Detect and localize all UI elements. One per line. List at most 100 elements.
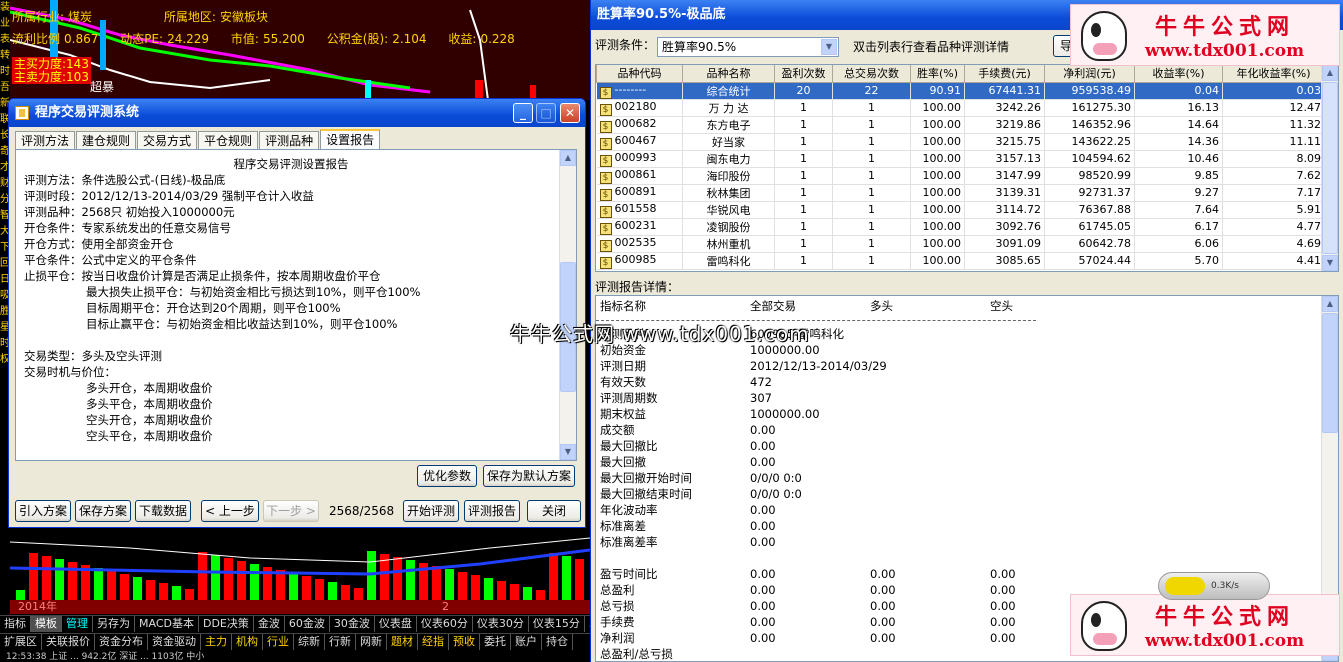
extension-tab[interactable]: 综新 [294,634,325,650]
indicator-tab[interactable]: 模板 [31,616,62,632]
table-scroll-thumb[interactable] [1322,82,1338,254]
extension-tab[interactable]: 账户 [511,634,542,650]
extension-tab[interactable]: 预收 [449,634,480,650]
detail-row: 盈亏时间比 0.00 0.00 0.00 [600,566,1040,582]
indicator-tab[interactable]: 仪表15分 [529,616,585,632]
ad-banner-top[interactable]: 牛牛公式网 www.tdx001.com [1070,4,1340,66]
dialog-tabs: 评测方法 建仓规则 交易方式 平仓规则 评测品种 设置报告 [15,129,381,150]
indicator-tab[interactable]: MACD基本 [135,616,199,632]
extension-tab[interactable]: 题材 [387,634,418,650]
save-scheme-button[interactable]: 保存方案 [75,500,131,522]
indicator-tab[interactable]: 30金波 [330,616,375,632]
tab-open[interactable]: 建仓规则 [76,131,137,150]
extension-tab[interactable]: 关联报价 [42,634,95,650]
report-scrollbar[interactable]: ▲ ▼ [559,150,576,460]
column-header[interactable]: 净利润(元) [1044,65,1135,83]
extension-tab[interactable]: 行业 [263,634,294,650]
volume-bar [237,561,246,600]
column-header[interactable]: 品种代码 [596,65,683,83]
tab-report[interactable]: 设置报告 [320,129,381,150]
extension-tab[interactable]: 主力 [201,634,232,650]
detail-scroll-thumb[interactable] [1322,313,1338,433]
table-row[interactable]: $600467 好当家 1 1 100.00 3215.75 143622.25 14.36 1… [596,133,1325,151]
column-header[interactable]: 年化收益率(%) [1222,65,1325,83]
extension-tab[interactable]: 委托 [480,634,511,650]
hint-text: 双击列表行查看品种评测详情 [853,40,1010,54]
table-row[interactable]: $600891 秋林集团 1 1 100.00 3139.31 92731.37 9.27 7.… [596,184,1325,202]
code-text: 600467 [614,133,657,147]
table-cell: 100.00 [910,150,965,168]
tab-close[interactable]: 平仓规则 [198,131,259,150]
code-text: 002180 [614,99,657,113]
minimize-button[interactable]: _ [513,103,533,123]
table-cell: 闽东电力 [682,150,775,168]
import-scheme-button[interactable]: 引入方案 [15,500,71,522]
extension-tab[interactable]: 经指 [418,634,449,650]
indicator-tab[interactable]: 60金波 [285,616,330,632]
tab-method[interactable]: 评测方法 [15,131,76,150]
scroll-up-arrow-icon[interactable]: ▲ [1322,296,1338,312]
table-row[interactable]: $600985 雷鸣科化 1 1 100.00 3085.65 57024.44 5.70 4.… [596,252,1325,270]
detail-cell: 0.00 [990,615,1016,629]
extension-tab[interactable]: 网新 [356,634,387,650]
chevron-down-icon[interactable]: ▼ [821,39,837,55]
dialog-titlebar[interactable]: 程序交易评测系统 _ □ ✕ [9,99,585,127]
extension-tab[interactable]: 持仓 [542,634,573,650]
column-header[interactable]: 收益率(%) [1134,65,1223,83]
maximize-button[interactable]: □ [536,103,556,123]
column-header[interactable]: 总交易次数 [832,65,911,83]
scroll-down-arrow-icon[interactable]: ▼ [1322,255,1338,271]
close-button[interactable]: 关闭 [527,500,581,522]
extension-tab[interactable]: 扩展区 [0,634,42,650]
save-default-button[interactable]: 保存为默认方案 [483,465,575,487]
ad-banner-bottom[interactable]: 牛牛公式网 www.tdx001.com [1070,594,1340,656]
extension-tab[interactable]: 机构 [232,634,263,650]
column-header[interactable]: 品种名称 [682,65,775,83]
start-test-button[interactable]: 开始评测 [403,500,459,522]
tab-trade[interactable]: 交易方式 [137,131,198,150]
column-header[interactable]: 盈利次数 [774,65,833,83]
indicator-tab[interactable]: 仪表30分 [473,616,529,632]
scroll-down-arrow-icon[interactable]: ▼ [560,444,576,460]
column-header[interactable]: 手续费(元) [964,65,1045,83]
scroll-up-arrow-icon[interactable]: ▲ [560,150,576,166]
table-row[interactable]: $002180 万 力 达 1 1 100.00 3242.26 161275.30 16.1… [596,99,1325,117]
test-report-button[interactable]: 评测报告 [464,500,520,522]
download-data-button[interactable]: 下载数据 [135,500,191,522]
table-cell: 5.91 [1222,201,1325,219]
dollar-icon: $ [599,205,612,217]
table-scrollbar[interactable]: ▲ ▼ [1321,65,1338,271]
table-row[interactable]: $601558 华锐风电 1 1 100.00 3114.72 76367.88 7.64 5.… [596,201,1325,219]
optimize-button[interactable]: 优化参数 [417,465,477,487]
stock-info-row-2: 流利比例 0.867 动态PE: 24.229 市值: 55.200 公积金(股): 2… [12,30,533,47]
volume-bar [510,584,519,600]
volume-bar [16,590,25,600]
indicator-tab[interactable]: 仪表60分 [417,616,473,632]
extension-tab[interactable]: 资金分布 [95,634,148,650]
table-row[interactable]: $000682 东方电子 1 1 100.00 3219.86 146352.96 14.64… [596,116,1325,134]
condition-select[interactable]: 胜算率90.5% ▼ [657,37,839,57]
next-step-button[interactable]: 下一步 > [263,500,319,522]
table-row[interactable]: $002535 林州重机 1 1 100.00 3091.09 60642.78 6.06 4.… [596,235,1325,253]
indicator-tab[interactable]: 仪表盘 [375,616,417,632]
indicator-tab[interactable]: 金波 [254,616,285,632]
extension-tab[interactable]: 行新 [325,634,356,650]
indicator-tab[interactable]: 另存为 [93,616,135,632]
indicator-tab[interactable]: 指标 [0,616,31,632]
extension-tab[interactable]: 资金驱动 [148,634,201,650]
table-cell: 7.17 [1222,184,1325,202]
table-row[interactable]: $000993 闽东电力 1 1 100.00 3157.13 104594.62 10.46… [596,150,1325,168]
table-row[interactable]: $ -------- 综合统计 20 22 90.91 67441.31 959538.49 0… [596,82,1325,100]
prev-step-button[interactable]: < 上一步 [201,500,259,522]
indicator-tab[interactable]: 管理 [62,616,93,632]
table-cell: 3114.72 [964,201,1045,219]
column-header[interactable]: 胜率(%) [910,65,965,83]
indicator-tab[interactable]: DDE决策 [199,616,254,632]
scroll-up-arrow-icon[interactable]: ▲ [1322,65,1338,81]
report-panel: 程序交易评测设置报告 评测方法：条件选股公式-(日线)-极品底 评测时段：2012… [15,149,577,461]
table-row[interactable]: $000861 海印股份 1 1 100.00 3147.99 98520.99 9.85 7.… [596,167,1325,185]
table-row[interactable]: $600231 凌钢股份 1 1 100.00 3092.76 61745.05 6.17 4.… [596,218,1325,236]
tab-symbols[interactable]: 评测品种 [259,131,320,150]
close-icon[interactable]: ✕ [560,103,580,123]
table-cell: 7.62 [1222,167,1325,185]
